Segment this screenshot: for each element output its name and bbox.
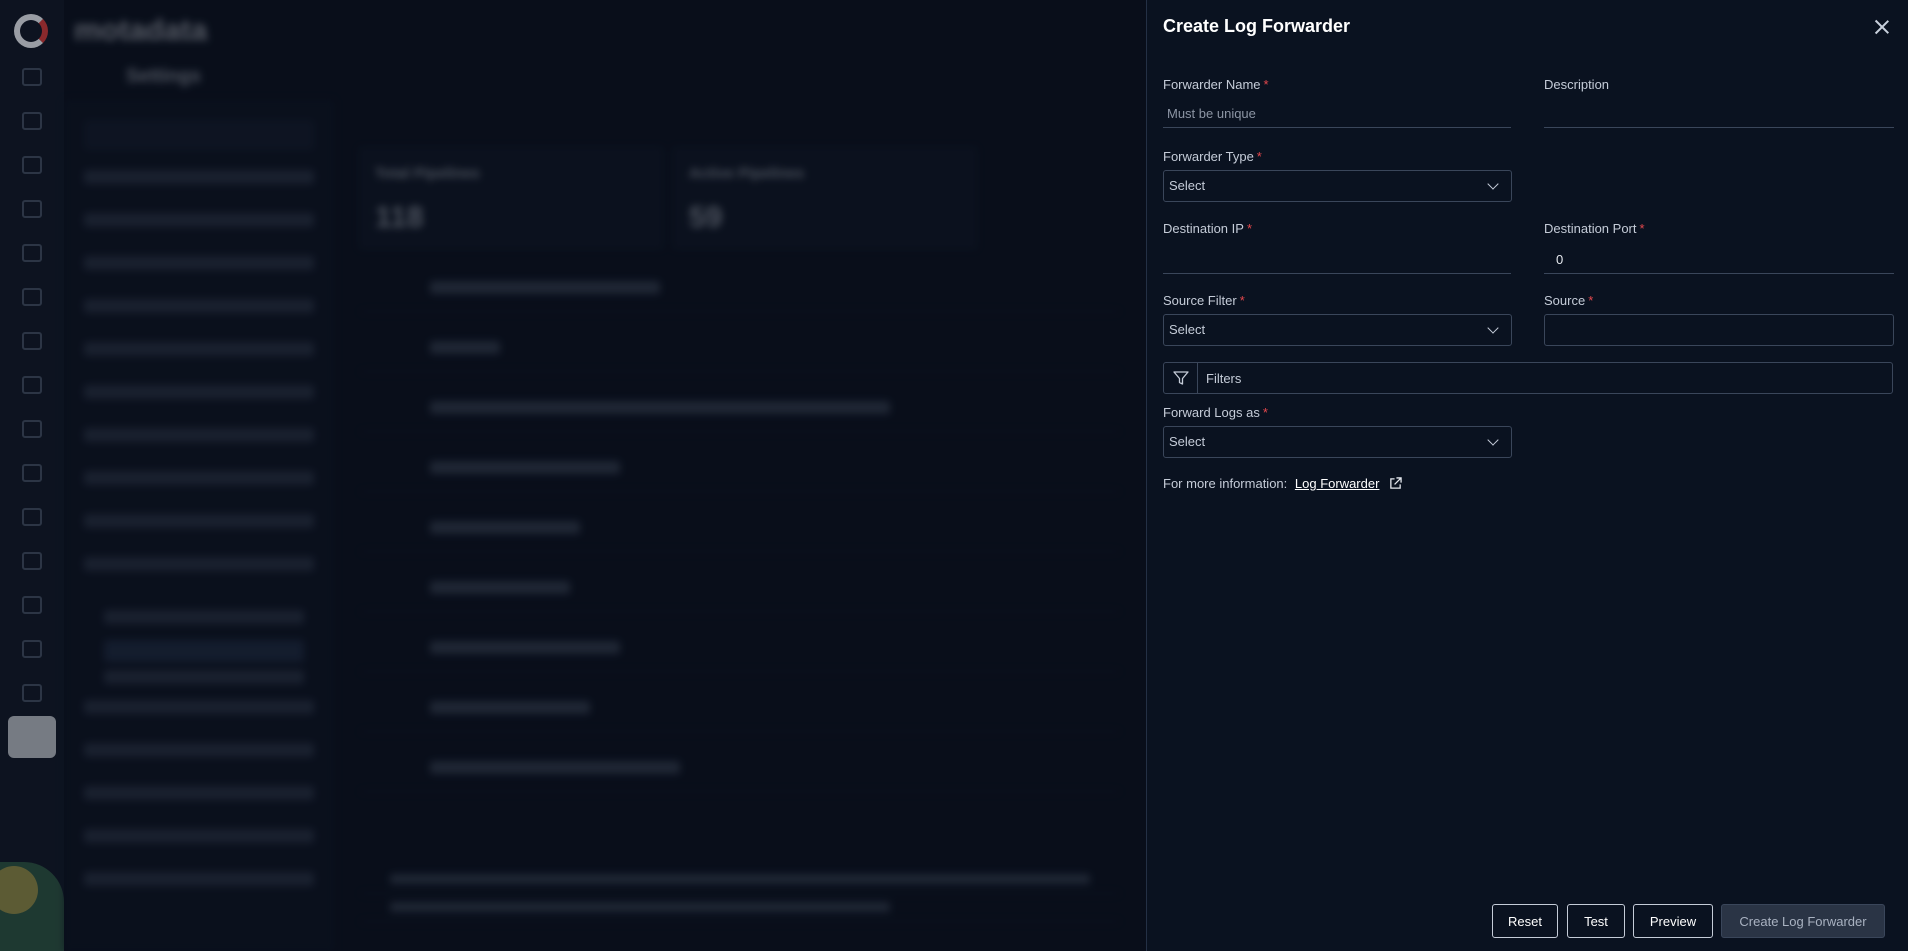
app-root: motadata Settings Total Pipelines 118 Ac…: [0, 0, 1908, 951]
chevron-down-icon: [1487, 178, 1499, 190]
chevron-down-icon: [1487, 434, 1499, 446]
forwarder-name-placeholder: Must be unique: [1167, 106, 1256, 121]
modal-backdrop[interactable]: [0, 0, 1146, 951]
destination-port-value: 0: [1556, 252, 1564, 267]
forwarder-type-select[interactable]: Select: [1163, 170, 1512, 202]
preview-button[interactable]: Preview: [1633, 904, 1713, 938]
more-info-text: For more information: Log Forwarder: [1163, 476, 1402, 491]
drawer-title: Create Log Forwarder: [1163, 16, 1351, 36]
destination-ip-label: Destination IP *: [1163, 221, 1252, 236]
source-label: Source *: [1544, 293, 1594, 308]
source-select[interactable]: [1544, 314, 1894, 346]
create-log-forwarder-button[interactable]: Create Log Forwarder: [1721, 904, 1885, 938]
source-filter-select[interactable]: Select: [1163, 314, 1512, 346]
close-icon[interactable]: [1873, 18, 1891, 36]
description-label: Description: [1544, 77, 1610, 92]
forward-logs-as-value: Select: [1169, 434, 1206, 449]
destination-port-input[interactable]: 0: [1544, 244, 1894, 274]
forward-logs-as-label: Forward Logs as *: [1163, 405, 1268, 420]
log-forwarder-doc-link[interactable]: Log Forwarder: [1295, 476, 1380, 491]
forward-logs-as-select[interactable]: Select: [1163, 426, 1512, 458]
forwarder-type-label: Forwarder Type *: [1163, 149, 1262, 164]
destination-ip-input[interactable]: [1163, 244, 1511, 274]
description-input[interactable]: [1544, 98, 1894, 128]
destination-port-label: Destination Port *: [1544, 221, 1645, 236]
filters-label: Filters: [1206, 371, 1242, 386]
reset-button[interactable]: Reset: [1492, 904, 1558, 938]
forwarder-name-label: Forwarder Name *: [1163, 77, 1269, 92]
filter-icon[interactable]: [1164, 363, 1198, 393]
forwarder-name-input[interactable]: Must be unique: [1163, 98, 1511, 128]
test-button[interactable]: Test: [1567, 904, 1625, 938]
chevron-down-icon: [1487, 322, 1499, 334]
source-filter-value: Select: [1169, 322, 1206, 337]
create-log-forwarder-drawer: Create Log Forwarder Forwarder Name * Mus…: [1146, 0, 1908, 951]
filters-bar[interactable]: Filters: [1163, 362, 1893, 394]
forwarder-type-value: Select: [1169, 178, 1206, 193]
external-link-icon[interactable]: [1389, 477, 1402, 490]
source-filter-label: Source Filter *: [1163, 293, 1245, 308]
